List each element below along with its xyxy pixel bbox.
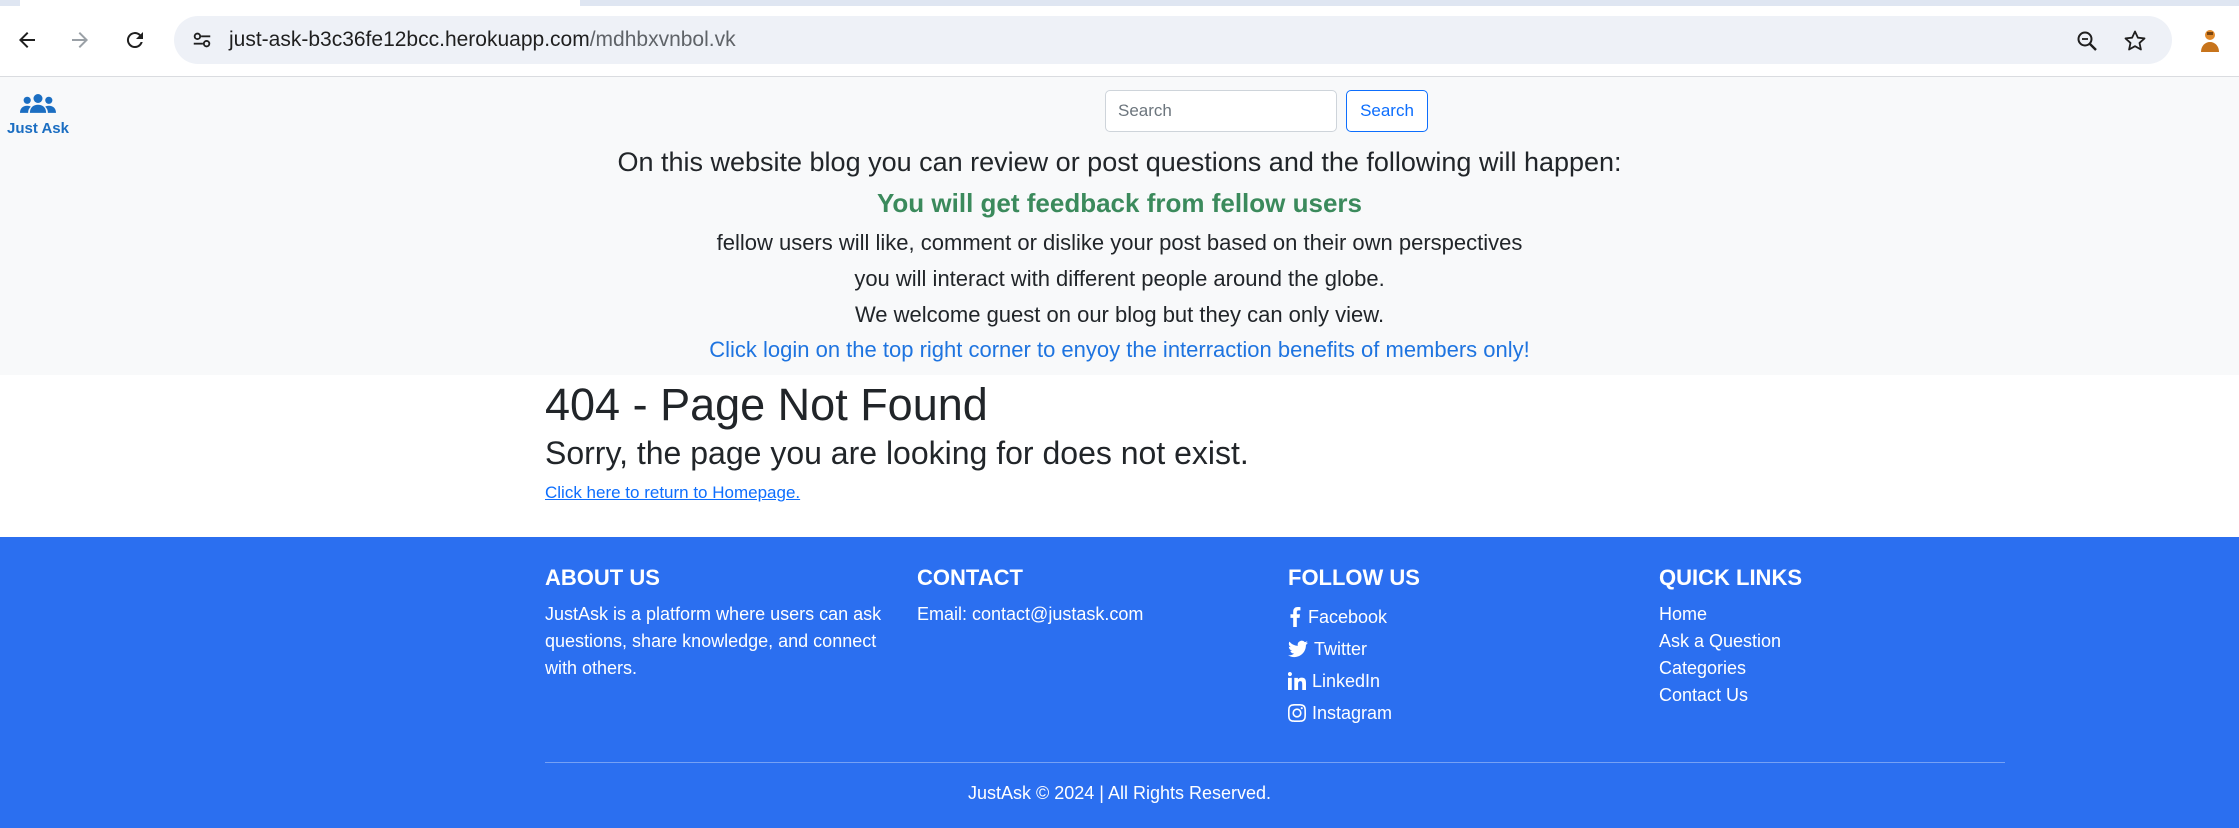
quick-link-ask[interactable]: Ask a Question	[1659, 628, 1959, 655]
extension-icon[interactable]	[2196, 26, 2224, 54]
quick-link-home-label[interactable]: Home	[1659, 604, 1707, 624]
zoom-icon[interactable]	[2074, 28, 2100, 54]
linkedin-link[interactable]: LinkedIn	[1288, 665, 1588, 697]
footer-quick-links: QUICK LINKS Home Ask a Question Categori…	[1659, 565, 1959, 709]
brand-name: Just Ask	[7, 120, 69, 137]
facebook-link[interactable]: Facebook	[1288, 601, 1588, 633]
browser-chrome: just-ask-b3c36fe12bcc.herokuapp.com/mdhb…	[0, 0, 2239, 77]
tab-strip	[0, 0, 2239, 6]
quick-link-ask-label[interactable]: Ask a Question	[1659, 631, 1781, 651]
users-icon	[20, 94, 56, 113]
footer: ABOUT US JustAsk is a platform where use…	[0, 537, 2239, 828]
page: Just Ask Search On this website blog you…	[0, 77, 2239, 828]
contact-title: CONTACT	[917, 565, 1023, 590]
contact-email: Email: contact@justask.com	[917, 604, 1144, 624]
about-title: ABOUT US	[545, 565, 660, 590]
forward-icon[interactable]	[62, 22, 98, 58]
quick-link-categories-label[interactable]: Categories	[1659, 658, 1746, 678]
quick-link-contact-label[interactable]: Contact Us	[1659, 685, 1748, 705]
facebook-icon	[1290, 607, 1301, 627]
linkedin-icon	[1288, 672, 1306, 690]
twitter-label[interactable]: Twitter	[1314, 636, 1367, 663]
facebook-label[interactable]: Facebook	[1308, 604, 1387, 631]
header: Just Ask Search On this website blog you…	[0, 77, 2239, 375]
url-path: /mdhbxvnbol.vk	[589, 28, 736, 51]
intro-line-2: you will interact with different people …	[854, 266, 1385, 291]
error-message: Sorry, the page you are looking for does…	[545, 435, 1249, 471]
brand-logo[interactable]: Just Ask	[6, 93, 70, 137]
follow-title: FOLLOW US	[1288, 565, 1420, 590]
footer-contact: CONTACT Email: contact@justask.com	[917, 565, 1257, 628]
intro-line-1: fellow users will like, comment or disli…	[716, 230, 1523, 255]
footer-divider	[545, 762, 2005, 763]
error-title: 404 - Page Not Found	[545, 379, 988, 430]
intro-subheading: You will get feedback from fellow users	[877, 188, 1362, 218]
reload-icon[interactable]	[117, 22, 153, 58]
intro-login-hint: Click login on the top right corner to e…	[709, 337, 1530, 362]
instagram-link[interactable]: Instagram	[1288, 697, 1588, 729]
linkedin-label[interactable]: LinkedIn	[1312, 668, 1380, 695]
instagram-icon	[1288, 704, 1306, 722]
copyright: JustAsk © 2024 | All Rights Reserved.	[967, 783, 1272, 803]
search-input[interactable]	[1105, 90, 1337, 132]
intro-line-3: We welcome guest on our blog but they ca…	[854, 302, 1385, 327]
twitter-link[interactable]: Twitter	[1288, 633, 1588, 665]
bookmark-star-icon[interactable]	[2122, 28, 2148, 54]
intro-heading: On this website blog you can review or p…	[617, 147, 1622, 177]
quick-link-contact[interactable]: Contact Us	[1659, 682, 1959, 709]
quick-link-home[interactable]: Home	[1659, 601, 1959, 628]
return-home-link[interactable]: Click here to return to Homepage.	[545, 483, 800, 503]
instagram-label[interactable]: Instagram	[1312, 700, 1392, 727]
footer-about: ABOUT US JustAsk is a platform where use…	[545, 565, 885, 682]
quick-links-title: QUICK LINKS	[1659, 565, 1802, 590]
about-text: JustAsk is a platform where users can as…	[545, 604, 882, 678]
footer-follow: FOLLOW US Facebook Twitter LinkedIn Inst…	[1288, 565, 1588, 729]
active-tab[interactable]	[20, 0, 580, 6]
quick-links-list: Home Ask a Question Categories Contact U…	[1659, 601, 1959, 709]
back-icon[interactable]	[9, 22, 45, 58]
site-info-icon[interactable]	[188, 26, 216, 54]
url-text: just-ask-b3c36fe12bcc.herokuapp.com/mdhb…	[229, 28, 736, 52]
address-bar[interactable]: just-ask-b3c36fe12bcc.herokuapp.com/mdhb…	[174, 16, 2172, 64]
url-host: just-ask-b3c36fe12bcc.herokuapp.com	[229, 28, 590, 51]
quick-link-categories[interactable]: Categories	[1659, 655, 1959, 682]
search-button[interactable]: Search	[1346, 90, 1428, 132]
twitter-icon	[1288, 640, 1308, 658]
